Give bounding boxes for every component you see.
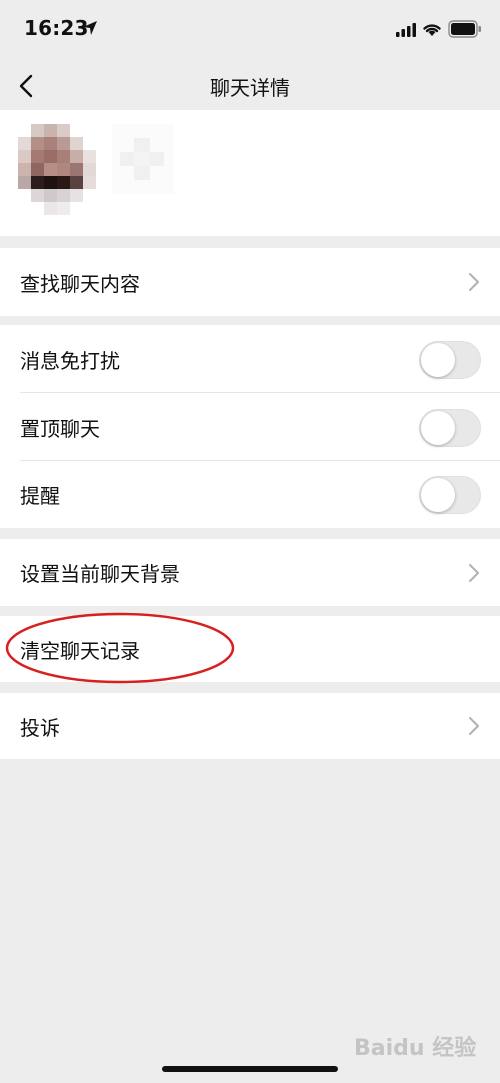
chevron-right-icon: [469, 564, 479, 582]
toggle-knob: [421, 411, 455, 445]
signal-icon: [396, 23, 416, 37]
clear-history-label: 清空聊天记录: [20, 638, 140, 663]
nav-bar: 聊天详情: [0, 62, 500, 110]
report-label: 投诉: [20, 715, 60, 740]
report-row[interactable]: 投诉: [0, 693, 500, 759]
avatar[interactable]: [18, 124, 96, 216]
chat-background-label: 设置当前聊天背景: [20, 562, 180, 586]
mute-notifications-row: 消息免打扰: [0, 325, 500, 393]
search-chat-group: 查找聊天内容: [0, 248, 500, 316]
pin-chat-row: 置顶聊天: [0, 393, 500, 461]
chat-background-row[interactable]: 设置当前聊天背景: [0, 539, 500, 606]
toggle-knob: [421, 478, 455, 512]
report-group: 投诉: [0, 693, 500, 759]
clear-history-row[interactable]: 清空聊天记录: [0, 616, 500, 682]
pin-chat-label: 置顶聊天: [20, 416, 100, 441]
mute-notifications-label: 消息免打扰: [20, 348, 120, 373]
location-arrow-icon: [83, 21, 97, 35]
status-bar: 16:23: [0, 0, 500, 62]
battery-icon: [448, 20, 481, 38]
search-chat-label: 查找聊天内容: [20, 271, 140, 296]
chat-settings-group: 消息免打扰 置顶聊天 提醒: [0, 325, 500, 528]
chevron-right-icon: [469, 273, 479, 291]
home-indicator: [162, 1066, 338, 1072]
pin-chat-toggle[interactable]: [419, 409, 481, 447]
chat-background-group: 设置当前聊天背景: [0, 539, 500, 606]
wifi-icon: [423, 24, 441, 36]
toggle-knob: [421, 343, 455, 377]
mute-notifications-toggle[interactable]: [419, 341, 481, 379]
status-time: 16:23: [24, 16, 89, 40]
reminder-label: 提醒: [20, 483, 60, 508]
watermark: Baidu 经验: [354, 1036, 477, 1061]
add-member-icon[interactable]: [112, 124, 174, 194]
member-group: [0, 110, 500, 236]
search-chat-row[interactable]: 查找聊天内容: [0, 248, 500, 316]
reminder-row: 提醒: [0, 460, 500, 528]
chevron-right-icon: [469, 717, 479, 735]
page-title: 聊天详情: [210, 76, 290, 100]
reminder-toggle[interactable]: [419, 476, 481, 514]
clear-history-group: 清空聊天记录: [0, 616, 500, 682]
